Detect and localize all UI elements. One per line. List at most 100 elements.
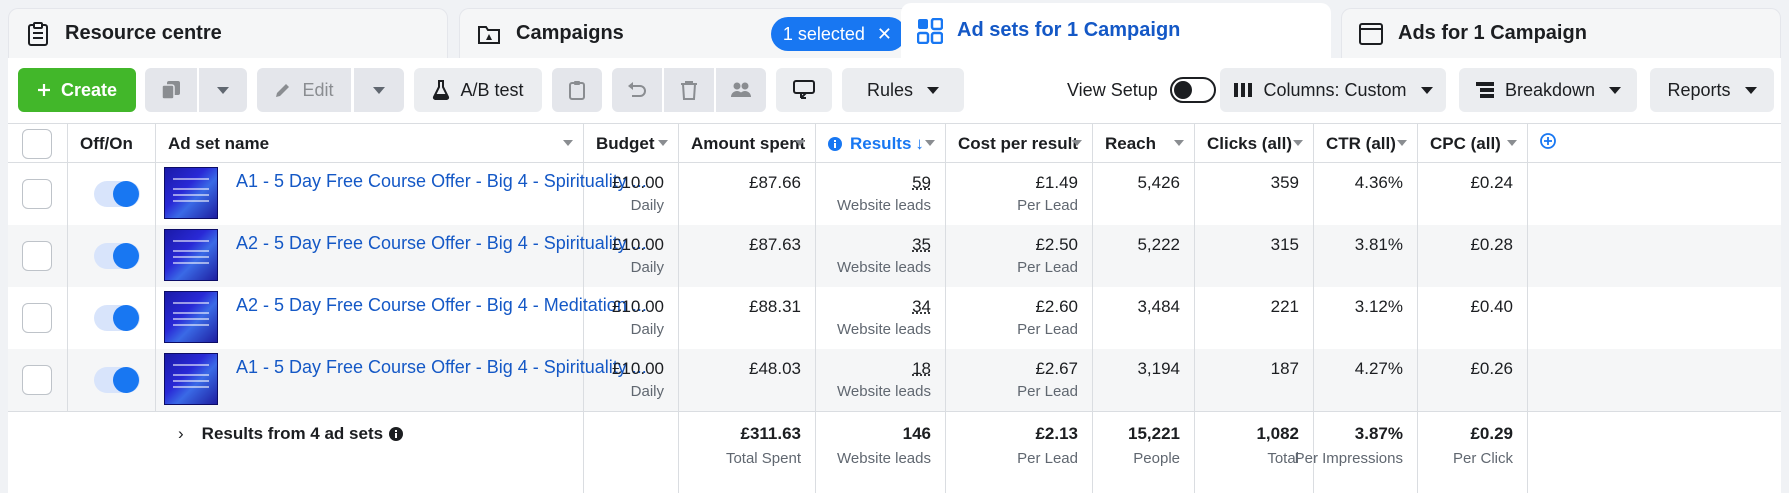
rules-button[interactable]: Rules	[842, 68, 964, 112]
sort-caret-icon	[563, 140, 573, 146]
ad-thumbnail	[164, 291, 218, 343]
row-budget: £10.00 Daily	[584, 287, 679, 349]
add-column-icon[interactable]	[1540, 133, 1556, 154]
sort-caret-icon	[925, 140, 935, 146]
col-ctr[interactable]: CTR (all)	[1314, 124, 1418, 163]
ab-test-button[interactable]: A/B test	[414, 68, 542, 112]
ad-set-toggle[interactable]	[94, 243, 140, 269]
tab-campaigns[interactable]: Campaigns 1 selected ✕	[459, 8, 921, 58]
ad-sets-table: Off/On Ad set name Budget Amount spent R…	[8, 123, 1781, 493]
col-ad-set-name[interactable]: Ad set name	[156, 124, 584, 163]
col-amount-spent[interactable]: Amount spent	[679, 124, 816, 163]
row-cpc: £0.24	[1418, 163, 1528, 225]
col-off-on[interactable]: Off/On	[68, 124, 156, 163]
row-results: 35 Website leads	[816, 225, 946, 287]
view-setup: View Setup	[1067, 68, 1216, 112]
row-name-cell: A1 - 5 Day Free Course Offer - Big 4 - S…	[156, 163, 647, 225]
totals-summary[interactable]: › Results from 4 ad sets	[178, 424, 404, 444]
selected-badge[interactable]: 1 selected ✕	[770, 17, 906, 51]
ad-set-toggle[interactable]	[94, 181, 140, 207]
duplicate-menu-button[interactable]	[199, 68, 247, 112]
row-checkbox[interactable]	[22, 179, 52, 209]
row-select-cell	[8, 225, 68, 287]
grid-icon	[917, 17, 943, 44]
select-all-checkbox[interactable]	[22, 128, 52, 159]
close-icon[interactable]: ✕	[877, 24, 892, 45]
view-setup-toggle[interactable]	[1169, 77, 1216, 103]
tab-label: Resource centre	[65, 22, 222, 44]
col-cost-per-result[interactable]: Cost per result	[946, 124, 1093, 163]
row-spent: £87.63	[679, 225, 816, 287]
chevron-down-icon	[217, 86, 229, 94]
pencil-icon	[274, 81, 292, 99]
table-row[interactable]: A2 - 5 Day Free Course Offer - Big 4 - M…	[8, 287, 1781, 349]
select-all-cell	[8, 124, 68, 163]
audience-button[interactable]	[716, 68, 766, 112]
row-cost-per-result: £2.50 Per Lead	[946, 225, 1093, 287]
row-checkbox[interactable]	[22, 303, 52, 333]
sort-caret-icon	[1072, 140, 1082, 146]
table-row[interactable]: A1 - 5 Day Free Course Offer - Big 4 - S…	[8, 163, 1781, 225]
tab-ads[interactable]: Ads for 1 Campaign	[1341, 8, 1781, 58]
breakdown-icon	[1475, 81, 1495, 99]
edit-menu-button[interactable]	[354, 68, 404, 112]
toggle-knob	[113, 181, 139, 207]
row-cpc: £0.26	[1418, 349, 1528, 411]
create-button[interactable]: Create	[18, 68, 136, 112]
row-select-cell	[8, 287, 68, 349]
duplicate-button[interactable]	[145, 68, 197, 112]
ad-sets-panel: Create Edit A/B test Rules View Setup Co…	[8, 58, 1781, 493]
row-reach: 3,194	[1093, 349, 1195, 411]
row-cpc: £0.40	[1418, 287, 1528, 349]
add-column-cell	[1528, 124, 1568, 163]
chevron-right-icon[interactable]: ›	[178, 424, 184, 444]
tab-resource-centre[interactable]: Resource centre	[8, 8, 448, 58]
row-ctr: 3.12%	[1314, 287, 1418, 349]
breakdown-button[interactable]: Breakdown	[1459, 68, 1637, 112]
arrow-down-icon: ↓	[915, 133, 924, 153]
clipboard-button[interactable]	[552, 68, 602, 112]
info-icon	[389, 427, 404, 441]
tab-label: Ad sets for 1 Campaign	[957, 19, 1181, 41]
row-toggle-cell	[68, 287, 156, 349]
info-icon	[828, 136, 842, 151]
tab-label: Campaigns	[516, 22, 624, 44]
totals-results: 146 Website leads	[816, 412, 946, 493]
toggle-knob	[113, 305, 139, 331]
row-ctr: 3.81%	[1314, 225, 1418, 287]
chevron-down-icon	[927, 86, 940, 94]
folder-icon	[476, 21, 502, 47]
edit-button[interactable]: Edit	[257, 68, 351, 112]
row-reach: 3,484	[1093, 287, 1195, 349]
table-row[interactable]: A2 - 5 Day Free Course Offer - Big 4 - S…	[8, 225, 1781, 287]
row-budget: £10.00 Daily	[584, 349, 679, 411]
row-cost-per-result: £2.60 Per Lead	[946, 287, 1093, 349]
totals-cpc: £0.29 Per Click	[1418, 412, 1528, 493]
col-cpc[interactable]: CPC (all)	[1418, 124, 1528, 163]
row-clicks: 187	[1195, 349, 1314, 411]
row-checkbox[interactable]	[22, 365, 52, 395]
sort-caret-icon	[658, 140, 668, 146]
col-clicks[interactable]: Clicks (all)	[1195, 124, 1314, 163]
columns-icon	[1233, 82, 1253, 98]
undo-icon	[627, 81, 647, 99]
delete-button[interactable]	[664, 68, 714, 112]
table-row[interactable]: A1 - 5 Day Free Course Offer - Big 4 - S…	[8, 349, 1781, 411]
col-reach[interactable]: Reach	[1093, 124, 1195, 163]
toggle-knob	[1173, 81, 1192, 99]
reports-button[interactable]: Reports	[1650, 68, 1774, 112]
row-toggle-cell	[68, 163, 156, 225]
row-checkbox[interactable]	[22, 241, 52, 271]
col-budget[interactable]: Budget	[584, 124, 679, 163]
col-results[interactable]: Results ↓	[816, 124, 946, 163]
tab-label: Ads for 1 Campaign	[1398, 22, 1587, 44]
ad-set-toggle[interactable]	[94, 305, 140, 331]
undo-button[interactable]	[612, 68, 662, 112]
export-button[interactable]	[776, 68, 832, 112]
row-clicks: 359	[1195, 163, 1314, 225]
ad-set-toggle[interactable]	[94, 367, 140, 393]
toggle-knob	[113, 243, 139, 269]
tab-ad-sets[interactable]: Ad sets for 1 Campaign	[901, 3, 1331, 58]
row-ctr: 4.27%	[1314, 349, 1418, 411]
columns-button[interactable]: Columns: Custom	[1220, 68, 1446, 112]
